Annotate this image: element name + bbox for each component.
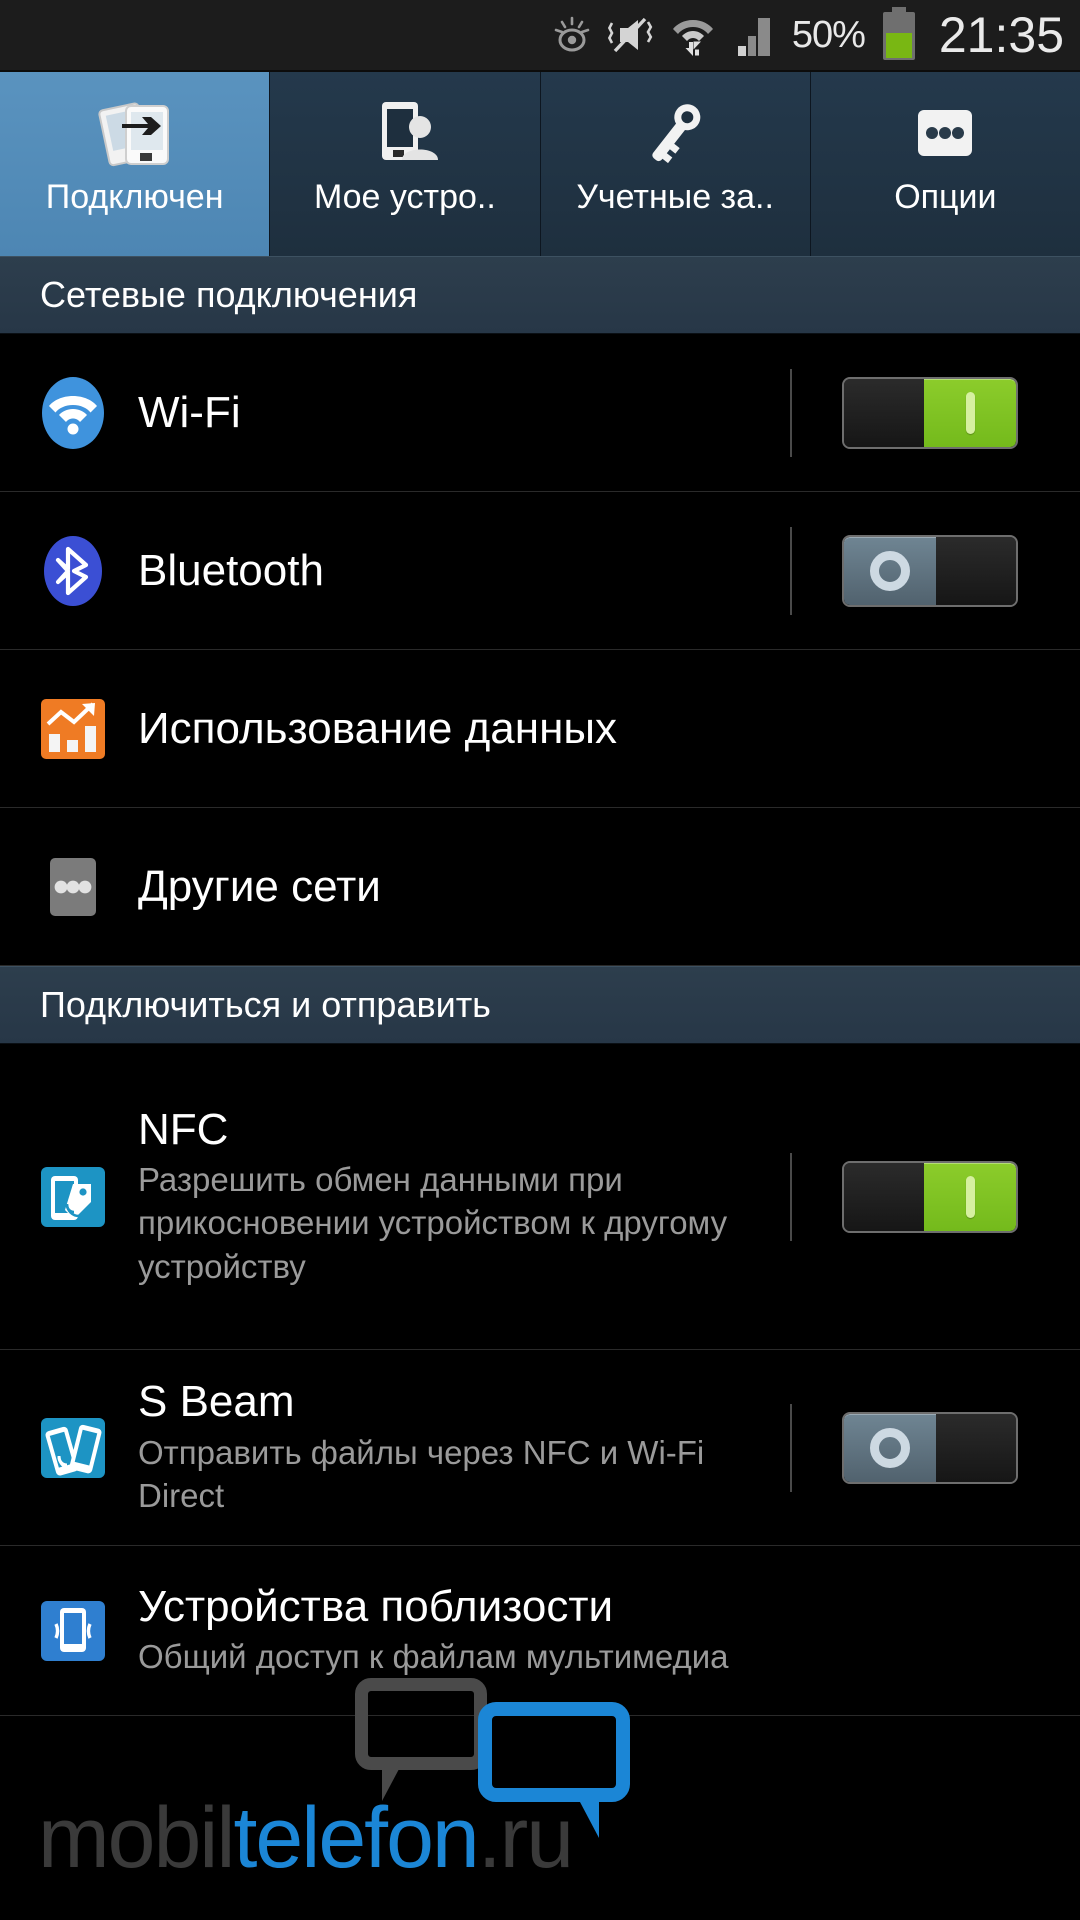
list-item-title: Bluetooth: [138, 545, 324, 595]
list-item-title: NFC: [138, 1104, 229, 1154]
list-item-text: Использование данных: [112, 704, 1080, 753]
tab-label-accounts: Учетные за..: [576, 178, 774, 216]
tab-my-device[interactable]: Мое устро..: [270, 72, 541, 256]
list-item-title: Другие сети: [138, 861, 381, 911]
list-item-title: Wi-Fi: [138, 387, 241, 437]
switch-nfc[interactable]: [842, 1160, 1018, 1233]
smart-stay-eye-icon: [550, 13, 594, 57]
toggle-s-beam[interactable]: [780, 1403, 1080, 1492]
settings-tab-bar: Подключен Мое устро.. Учетные за.. Опции: [0, 70, 1080, 256]
tab-label-connections: Подключен: [45, 178, 224, 216]
list-item-description: Разрешить обмен данными при прикосновени…: [138, 1160, 728, 1285]
tab-label-my-device: Мое устро..: [313, 178, 496, 216]
accounts-key-icon: [632, 94, 718, 172]
nearby-devices-icon: [34, 1592, 112, 1670]
switch-bluetooth[interactable]: [842, 534, 1018, 607]
other-networks-icon: [34, 848, 112, 926]
status-bar: 50% 21:35: [0, 0, 1080, 70]
connections-icon: [92, 94, 178, 172]
list-item-other-networks[interactable]: Другие сети: [0, 808, 1080, 966]
switch-thumb-on: [924, 1162, 1016, 1231]
tab-accounts[interactable]: Учетные за..: [540, 72, 811, 256]
my-device-icon: [362, 94, 448, 172]
status-bar-clock: 21:35: [938, 7, 1064, 63]
list-item-s-beam[interactable]: S Beam Отправить файлы через NFC и Wi-Fi…: [0, 1350, 1080, 1546]
nfc-icon: [34, 1158, 112, 1236]
list-item-title: Устройства поблизости: [138, 1582, 614, 1632]
data-usage-icon: [34, 690, 112, 768]
list-item-data-usage[interactable]: Использование данных: [0, 650, 1080, 808]
list-item-description: Отправить файлы через NFC и Wi-Fi Direct: [138, 1433, 705, 1515]
watermark-text: mobiltelefon.ru: [38, 1789, 574, 1888]
battery-icon: [879, 7, 919, 63]
switch-wifi[interactable]: [842, 376, 1018, 449]
list-item-nearby-devices[interactable]: Устройства поблизости Общий доступ к фай…: [0, 1546, 1080, 1716]
wifi-data-transfer-icon: [670, 12, 716, 58]
list-item-title: Использование данных: [138, 703, 617, 753]
list-item-text: Устройства поблизости Общий доступ к фай…: [112, 1582, 1080, 1679]
list-item-text: NFC Разрешить обмен данными при прикосно…: [112, 1105, 780, 1289]
toggle-wifi[interactable]: [780, 368, 1080, 457]
list-item-text: Wi-Fi: [112, 388, 780, 437]
section-header-network-connections: Сетевые подключения: [0, 256, 1080, 334]
toggle-separator: [790, 1152, 792, 1241]
section-header-connect-and-send: Подключиться и отправить: [0, 966, 1080, 1044]
tab-label-options: Опции: [894, 178, 997, 216]
tab-connections[interactable]: Подключен: [0, 72, 271, 256]
switch-thumb-on: [924, 378, 1016, 447]
cellular-signal-icon: [730, 12, 778, 58]
toggle-bluetooth[interactable]: [780, 526, 1080, 615]
wifi-icon: [34, 374, 112, 452]
android-settings-screen: 50% 21:35 Подключен Мое устро.. Учетные …: [0, 0, 1080, 1920]
watermark-part3: .ru: [477, 1790, 574, 1886]
watermark-part2: telefon: [233, 1790, 480, 1886]
switch-thumb-off: [844, 1413, 936, 1482]
toggle-separator: [790, 368, 792, 457]
sound-muted-vibrate-icon: [607, 13, 656, 57]
list-item-nfc[interactable]: NFC Разрешить обмен данными при прикосно…: [0, 1044, 1080, 1350]
watermark-part1: mobil: [38, 1790, 236, 1886]
list-item-description: Общий доступ к файлам мультимедиа: [138, 1638, 729, 1676]
list-item-bluetooth[interactable]: Bluetooth: [0, 492, 1080, 650]
more-options-icon: [902, 94, 988, 172]
switch-thumb-off: [844, 536, 936, 605]
s-beam-icon: [34, 1409, 112, 1487]
list-item-text: Bluetooth: [112, 546, 780, 595]
battery-percent-label: 50%: [791, 13, 866, 56]
bluetooth-icon: [34, 532, 112, 610]
toggle-nfc[interactable]: [780, 1152, 1080, 1241]
tab-options[interactable]: Опции: [810, 72, 1080, 256]
toggle-separator: [790, 1403, 792, 1492]
switch-s-beam[interactable]: [842, 1411, 1018, 1484]
list-item-wifi[interactable]: Wi-Fi: [0, 334, 1080, 492]
list-item-title: S Beam: [138, 1377, 295, 1427]
list-item-text: Другие сети: [112, 862, 1080, 911]
toggle-separator: [790, 526, 792, 615]
speech-bubble-blue-icon: [478, 1702, 630, 1838]
list-item-text: S Beam Отправить файлы через NFC и Wi-Fi…: [112, 1377, 780, 1517]
